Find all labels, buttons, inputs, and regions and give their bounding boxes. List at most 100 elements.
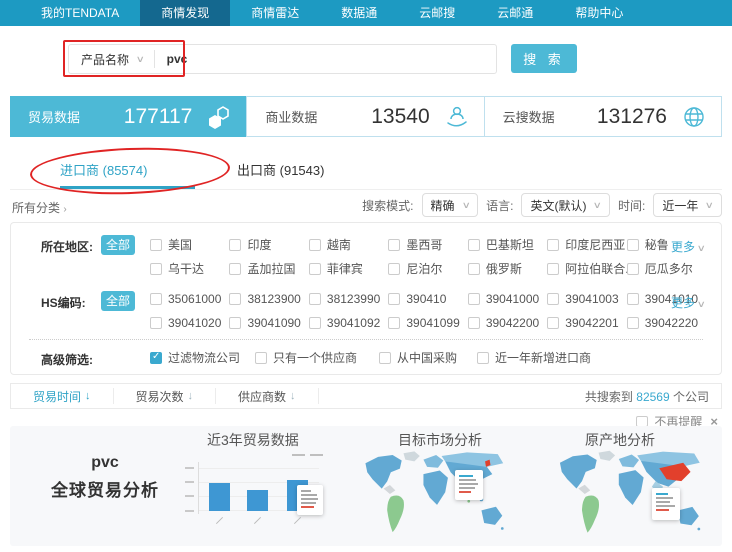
checkbox-icon — [388, 317, 400, 329]
stat-business-data[interactable]: 商业数据 13540 — [247, 97, 484, 136]
hs-checkbox[interactable]: 39042220 — [627, 316, 702, 330]
hs-checkbox[interactable]: 39041099 — [388, 316, 463, 330]
checkbox-icon — [379, 352, 391, 364]
hs-checkbox[interactable]: 38123990 — [309, 292, 384, 306]
region-checkbox[interactable]: 墨西哥 — [388, 236, 463, 253]
analysis-title: pvc 全球贸易分析 — [30, 454, 180, 501]
region-checkbox[interactable]: 俄罗斯 — [468, 260, 543, 277]
search-mode-value: 精确 — [431, 197, 455, 214]
checkbox-icon — [547, 293, 559, 305]
advanced-checkbox-new-importers[interactable]: 近一年新增进口商 — [477, 349, 591, 366]
search-options-row: 搜索模式: 精确 ∨ 语言: 英文(默认) ∨ 时间: 近一年 ∨ — [362, 193, 722, 217]
search-button[interactable]: 搜 索 — [511, 44, 577, 73]
chevron-down-icon: ∨ — [136, 54, 145, 65]
hs-filter-label: HS编码: — [41, 294, 86, 311]
search-mode-select[interactable]: 精确 ∨ — [422, 193, 479, 217]
sort-by-supplier-count[interactable]: 供应商数↓ — [216, 388, 319, 404]
stat-value: 131276 — [555, 105, 681, 129]
hs-row-1: 35061000 38123900 38123990 390410 390410… — [150, 292, 702, 310]
chart-bar-1[interactable] — [209, 483, 230, 511]
map2-section-title: 原产地分析 — [585, 430, 655, 450]
checkbox-icon — [547, 317, 559, 329]
stat-cloud-search-data[interactable]: 云搜数据 131276 — [485, 97, 721, 136]
chart-y-axis — [198, 462, 199, 514]
nav-item-my-tendata[interactable]: 我的TENDATA — [20, 0, 140, 26]
advanced-checkbox-buy-from-china[interactable]: 从中国采购 — [379, 349, 457, 366]
search-field-selector[interactable]: 产品名称 ∨ — [69, 45, 154, 73]
nav-item-biz-discovery[interactable]: 商情发现 — [140, 0, 230, 26]
tab-importer[interactable]: 进口商 (85574) — [60, 160, 147, 179]
region-checkbox[interactable]: 菲律宾 — [309, 260, 384, 277]
checkbox-icon — [309, 317, 321, 329]
stat-label: 贸易数据 — [28, 107, 80, 126]
search-input[interactable]: 产品名称 ∨ pvc — [68, 44, 497, 74]
chart-section-title: 近3年贸易数据 — [207, 430, 299, 450]
nav-item-data-pass[interactable]: 数据通 — [320, 0, 398, 26]
region-checkbox[interactable]: 厄瓜多尔 — [627, 260, 702, 277]
hs-checkbox[interactable]: 39042201 — [547, 316, 622, 330]
hs-all-button[interactable]: 全部 — [101, 291, 135, 311]
top-navbar: 我的TENDATA 商情发现 商情雷达 数据通 云邮搜 云邮通 帮助中心 — [0, 0, 732, 26]
advanced-checkbox-single-supplier[interactable]: 只有一个供应商 — [255, 349, 357, 366]
tendata-trade-search-page: 我的TENDATA 商情发现 商情雷达 数据通 云邮搜 云邮通 帮助中心 产品名… — [0, 0, 732, 552]
map1-tooltip — [455, 470, 483, 500]
chart-legend — [292, 454, 323, 456]
tab-importer-count: (85574) — [103, 163, 148, 178]
all-categories-label: 所有分类 — [12, 201, 60, 215]
search-query-value: pvc — [155, 52, 188, 66]
molecule-icon — [206, 104, 232, 130]
analysis-title-query: pvc — [30, 454, 180, 472]
hs-checkbox[interactable]: 38123900 — [229, 292, 304, 306]
sort-desc-arrow-icon: ↓ — [290, 390, 296, 402]
region-checkbox[interactable]: 巴基斯坦 — [468, 236, 543, 253]
checkbox-icon — [468, 317, 480, 329]
advanced-checkbox-filter-logistics[interactable]: 过滤物流公司 — [150, 349, 240, 366]
checkbox-icon — [229, 293, 241, 305]
result-count: 82569 — [636, 390, 669, 404]
sort-by-trade-time[interactable]: 贸易时间↓ — [11, 388, 114, 404]
chart-bar-2[interactable] — [247, 490, 268, 511]
time-select[interactable]: 近一年 ∨ — [653, 193, 722, 217]
language-select[interactable]: 英文(默认) ∨ — [521, 193, 610, 217]
nav-item-help-center[interactable]: 帮助中心 — [554, 0, 644, 26]
stat-value: 13540 — [317, 105, 443, 129]
region-checkbox[interactable]: 印度 — [229, 236, 304, 253]
hs-checkbox[interactable]: 39041090 — [229, 316, 304, 330]
region-checkbox[interactable]: 乌干达 — [150, 260, 225, 277]
stat-value: 177117 — [80, 105, 206, 129]
three-year-trade-bar-chart[interactable] — [185, 454, 325, 546]
region-checkbox[interactable]: 尼泊尔 — [388, 260, 463, 277]
hs-checkbox[interactable]: 39041000 — [468, 292, 543, 306]
origin-analysis-map[interactable] — [548, 448, 708, 540]
region-checkbox[interactable]: 美国 — [150, 236, 225, 253]
hs-checkbox[interactable]: 390410 — [388, 292, 463, 306]
checkbox-icon — [468, 263, 480, 275]
chevron-right-icon: › — [63, 204, 66, 215]
target-market-map[interactable] — [360, 448, 505, 540]
nav-item-biz-radar[interactable]: 商情雷达 — [230, 0, 320, 26]
region-checkbox[interactable]: 越南 — [309, 236, 384, 253]
region-checkbox[interactable]: 孟加拉国 — [229, 260, 304, 277]
stat-trade-data[interactable]: 贸易数据 177117 — [10, 96, 247, 137]
checkbox-icon — [627, 317, 639, 329]
region-all-button[interactable]: 全部 — [101, 235, 135, 255]
tab-exporter[interactable]: 出口商 (91543) — [237, 160, 324, 179]
region-checkbox[interactable]: 阿拉伯联合... — [547, 260, 622, 277]
checkbox-icon — [150, 263, 162, 275]
hs-checkbox[interactable]: 35061000 — [150, 292, 225, 306]
stat-label: 商业数据 — [265, 107, 317, 126]
region-filter-label: 所在地区: — [41, 238, 93, 255]
sort-by-trade-count[interactable]: 贸易次数↓ — [114, 388, 217, 404]
chevron-down-icon: ∨ — [705, 200, 714, 211]
nav-item-cloud-mail-pass[interactable]: 云邮通 — [476, 0, 554, 26]
checkbox-icon — [309, 293, 321, 305]
hs-checkbox[interactable]: 39041020 — [150, 316, 225, 330]
hs-checkbox[interactable]: 39041003 — [547, 292, 622, 306]
nav-item-cloud-mail-search[interactable]: 云邮搜 — [398, 0, 476, 26]
region-checkbox[interactable]: 印度尼西亚 — [547, 236, 622, 253]
hs-more-link[interactable]: 更多 ∨ — [671, 294, 705, 311]
hs-checkbox[interactable]: 39041092 — [309, 316, 384, 330]
region-more-link[interactable]: 更多 ∨ — [671, 238, 705, 255]
all-categories-link[interactable]: 所有分类 › — [12, 199, 67, 216]
hs-checkbox[interactable]: 39042200 — [468, 316, 543, 330]
